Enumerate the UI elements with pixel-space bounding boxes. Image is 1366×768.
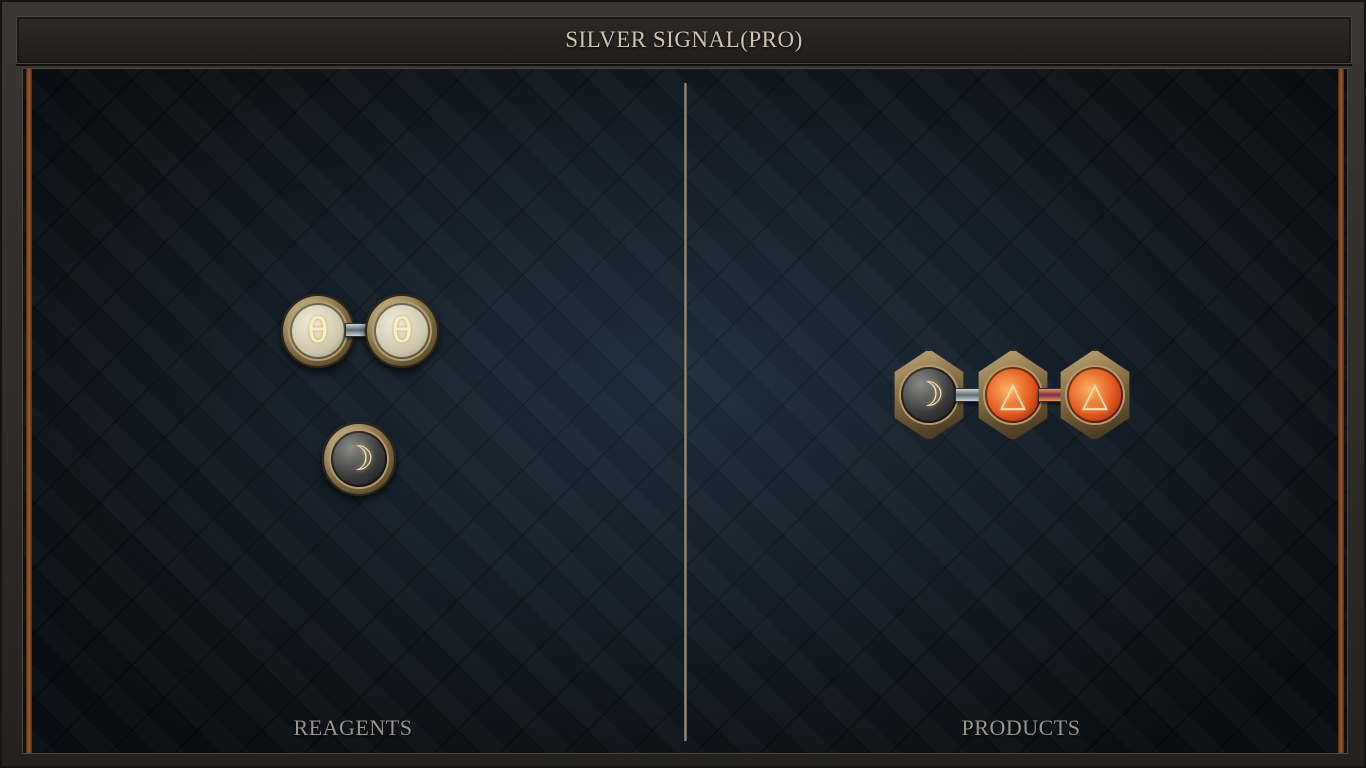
puzzle-title: SILVER SIGNAL(PRO) (565, 27, 803, 52)
left-copper-rail (26, 69, 32, 753)
panel-divider (684, 83, 687, 741)
salt-atom: θ (281, 294, 355, 368)
products-label: PRODUCTS (961, 715, 1081, 740)
fire-glyph-icon: △ (999, 375, 1027, 415)
salt-glyph-icon: θ (391, 311, 413, 351)
fire-atom: △ (1060, 349, 1130, 441)
salt-glyph-icon: θ (307, 311, 329, 351)
puzzle-board: θ θ ☽ REAGENTS ☽ △ △ PRODUCTS (22, 68, 1348, 754)
silver-glyph-icon: ☽ (343, 439, 375, 479)
window-frame: SILVER SIGNAL(PRO) θ θ ☽ REAGENTS ☽ △ △ … (0, 0, 1366, 768)
title-bar: SILVER SIGNAL(PRO) (16, 16, 1352, 64)
salt-atom: θ (365, 294, 439, 368)
silver-glyph-icon: ☽ (913, 375, 945, 415)
reagents-label: REAGENTS (293, 715, 413, 740)
fire-glyph-icon: △ (1081, 375, 1109, 415)
silver-atom: ☽ (322, 422, 396, 496)
right-copper-rail (1338, 69, 1344, 753)
